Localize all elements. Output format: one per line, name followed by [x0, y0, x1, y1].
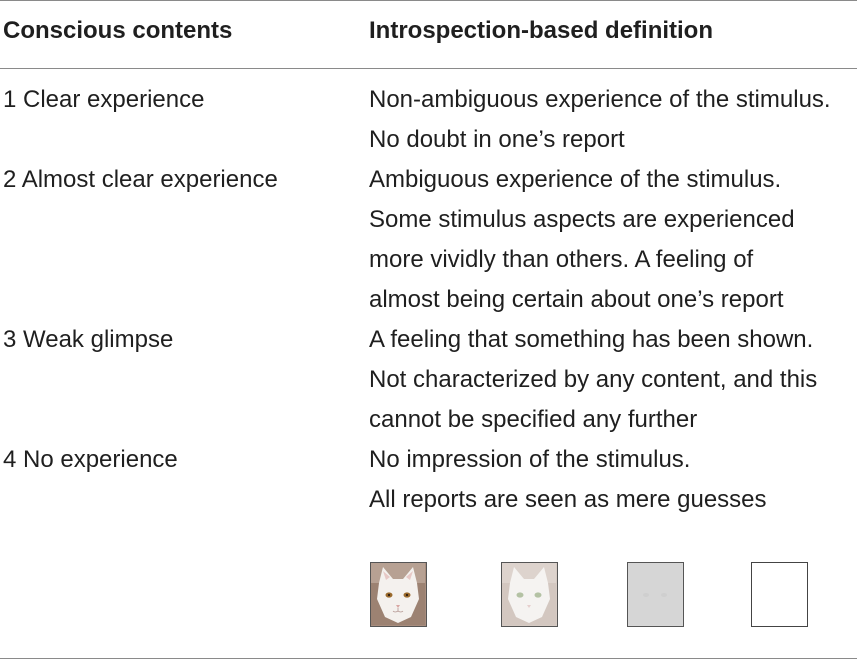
table-bottom-rule [0, 658, 857, 659]
row-definition-line: Non-ambiguous experience of the stimulus… [369, 86, 831, 113]
row-definition-line: No impression of the stimulus. [369, 446, 691, 473]
header-introspection-definition: Introspection-based definition [369, 17, 714, 44]
row-definition-line: Some stimulus aspects are experienced [369, 206, 795, 233]
row-definition-line: Not characterized by any content, and th… [369, 366, 818, 393]
row-content-label: 2 Almost clear experience [3, 166, 278, 193]
stimulus-faint-thumbnail [627, 562, 684, 627]
row-definition-line: almost being certain about one’s report [369, 286, 784, 313]
row-definition-line: more vividly than others. A feeling of [369, 246, 754, 273]
table-top-rule [0, 0, 857, 1]
header-conscious-contents: Conscious contents [3, 17, 233, 44]
stimulus-faded-thumbnail [501, 562, 558, 627]
row-definition-line: cannot be specified any further [369, 406, 698, 433]
cat-face-icon [628, 563, 682, 625]
row-content-label: 4 No experience [3, 446, 178, 473]
header-rule [0, 68, 857, 69]
row-content-label: 3 Weak glimpse [3, 326, 174, 353]
stimulus-blank-thumbnail [751, 562, 808, 627]
row-definition-line: Ambiguous experience of the stimulus. [369, 166, 782, 193]
row-definition-line: No doubt in one’s report [369, 126, 625, 153]
row-content-label: 1 Clear experience [3, 86, 205, 113]
row-definition-line: A feeling that something has been shown. [369, 326, 814, 353]
cat-face-icon [371, 563, 425, 625]
row-definition-line: All reports are seen as mere guesses [369, 486, 767, 513]
cat-face-icon [502, 563, 556, 625]
stimulus-clear-thumbnail [370, 562, 427, 627]
